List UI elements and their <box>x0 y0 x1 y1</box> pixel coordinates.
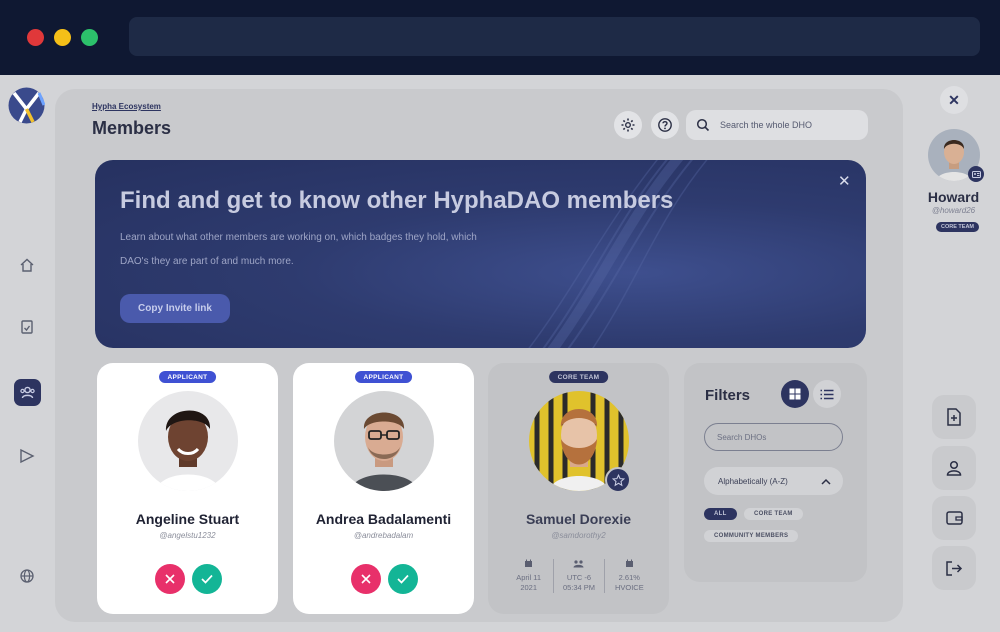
member-card[interactable]: CORE TEAM Samuel Dorexie @samdorothy2 Ap… <box>488 363 669 614</box>
app: Hypha Ecosystem Members Search the whole… <box>0 75 1000 632</box>
member-avatar <box>138 391 238 491</box>
filters-title: Filters <box>705 387 751 404</box>
new-document-icon <box>947 408 961 426</box>
proposals-icon[interactable] <box>15 315 39 339</box>
member-handle: @samdorothy2 <box>551 531 606 540</box>
stat-line1: UTC -6 <box>566 573 592 582</box>
grid-view-button[interactable] <box>781 380 809 408</box>
stat-line1: April 11 <box>516 573 542 582</box>
left-nav <box>0 75 55 632</box>
browser-chrome <box>0 0 1000 75</box>
list-view-button[interactable] <box>813 380 841 408</box>
breadcrumb[interactable]: Hypha Ecosystem <box>92 102 161 111</box>
help-button[interactable] <box>651 111 679 139</box>
page-title: Members <box>92 118 172 138</box>
search-icon <box>696 118 710 132</box>
member-stats: April 11 2021 UTC -6 05:34 PM 2.61% HVOI… <box>504 559 654 593</box>
members-icon[interactable] <box>14 379 41 406</box>
reject-applicant-button[interactable] <box>155 564 185 594</box>
close-window-dot[interactable] <box>27 29 44 46</box>
member-handle: @andrebadalam <box>353 531 414 540</box>
stat-line1: 2.61% <box>618 573 640 582</box>
maximize-window-dot[interactable] <box>81 29 98 46</box>
banner-close-icon[interactable]: ✕ <box>838 172 851 190</box>
approve-applicant-button[interactable] <box>388 564 418 594</box>
joined-date-stat: April 11 2021 <box>504 559 555 593</box>
timezone-stat: UTC -6 05:34 PM <box>554 559 605 593</box>
id-card-icon[interactable] <box>968 166 984 182</box>
settings-button[interactable] <box>614 111 642 139</box>
check-icon <box>397 574 409 584</box>
sort-label: Alphabetically (A-Z) <box>718 476 788 486</box>
star-icon <box>611 473 625 486</box>
hypha-logo[interactable] <box>8 87 45 124</box>
banner-description: Learn about what other members are worki… <box>120 226 490 274</box>
close-icon <box>165 574 175 584</box>
new-document-button[interactable] <box>932 395 976 439</box>
search-placeholder: Search the whole DHO <box>720 120 813 130</box>
main-panel: Hypha Ecosystem Members Search the whole… <box>55 89 903 622</box>
member-name: Andrea Badalamenti <box>315 511 452 527</box>
welcome-banner: Find and get to know other HyphaDAO memb… <box>95 160 866 348</box>
logout-icon <box>945 560 962 576</box>
member-name: Samuel Dorexie <box>525 511 632 527</box>
home-icon[interactable] <box>15 253 39 277</box>
filter-chip-core-team[interactable]: CORE TEAM <box>744 508 803 520</box>
help-icon <box>658 118 672 132</box>
address-bar[interactable] <box>129 17 980 56</box>
profile-icon <box>946 460 962 476</box>
logout-button[interactable] <box>932 546 976 590</box>
star-badge[interactable] <box>605 467 631 493</box>
banner-title: Find and get to know other HyphaDAO memb… <box>120 187 674 214</box>
globe-icon[interactable] <box>15 564 39 588</box>
applicant-badge: APPLICANT <box>354 371 413 383</box>
member-handle: @angelstu1232 <box>159 531 216 540</box>
check-icon <box>201 574 213 584</box>
approve-applicant-button[interactable] <box>192 564 222 594</box>
voice-icon <box>625 559 633 567</box>
filters-panel: Filters Search DHOs Alphabetically (A-Z)… <box>684 363 867 582</box>
close-sidebar-icon[interactable]: ✕ <box>940 86 968 114</box>
core-team-badge: CORE TEAM <box>548 371 609 383</box>
filter-chip-community-members[interactable]: COMMUNITY MEMBERS <box>704 530 799 542</box>
reject-applicant-button[interactable] <box>351 564 381 594</box>
grid-icon <box>789 388 801 400</box>
member-card[interactable]: APPLICANT Andrea Badalamenti @andrebadal… <box>293 363 474 614</box>
voice-stat: 2.61% HVOICE <box>605 559 654 593</box>
banner-description-line1: Learn about what other members are worki… <box>120 232 477 243</box>
member-card[interactable]: APPLICANT Angeline Stuart @angelstu1232 <box>97 363 278 614</box>
stat-line2: HVOICE <box>614 583 644 592</box>
wallet-button[interactable] <box>932 496 976 540</box>
gear-icon <box>621 118 635 132</box>
filter-search-input[interactable]: Search DHOs <box>704 423 843 451</box>
stat-line2: 05:34 PM <box>562 583 596 592</box>
timezone-icon <box>573 560 584 568</box>
minimize-window-dot[interactable] <box>54 29 71 46</box>
profile-handle: @howard26 <box>931 206 976 215</box>
list-icon <box>820 389 834 399</box>
copy-invite-link-button[interactable]: Copy Invite link <box>120 294 230 323</box>
member-avatar <box>334 391 434 491</box>
member-name: Angeline Stuart <box>135 511 240 527</box>
wallet-icon <box>945 511 963 525</box>
chevron-up-icon <box>821 478 831 485</box>
close-icon <box>361 574 371 584</box>
explore-icon[interactable] <box>15 444 39 468</box>
filter-chip-all[interactable]: ALL <box>704 508 737 520</box>
profile-button[interactable] <box>932 446 976 490</box>
profile-badge: CORE TEAM <box>936 222 979 232</box>
global-search-input[interactable]: Search the whole DHO <box>686 110 868 140</box>
right-sidebar: ✕ Howard @howard26 CORE TEAM <box>903 75 1000 632</box>
applicant-badge: APPLICANT <box>158 371 217 383</box>
calendar-icon <box>525 559 533 567</box>
stat-line2: 2021 <box>520 583 537 592</box>
profile-name: Howard <box>927 189 980 205</box>
banner-description-line2: DAO's they are part of and much more. <box>120 256 294 267</box>
sort-dropdown[interactable]: Alphabetically (A-Z) <box>704 467 843 495</box>
